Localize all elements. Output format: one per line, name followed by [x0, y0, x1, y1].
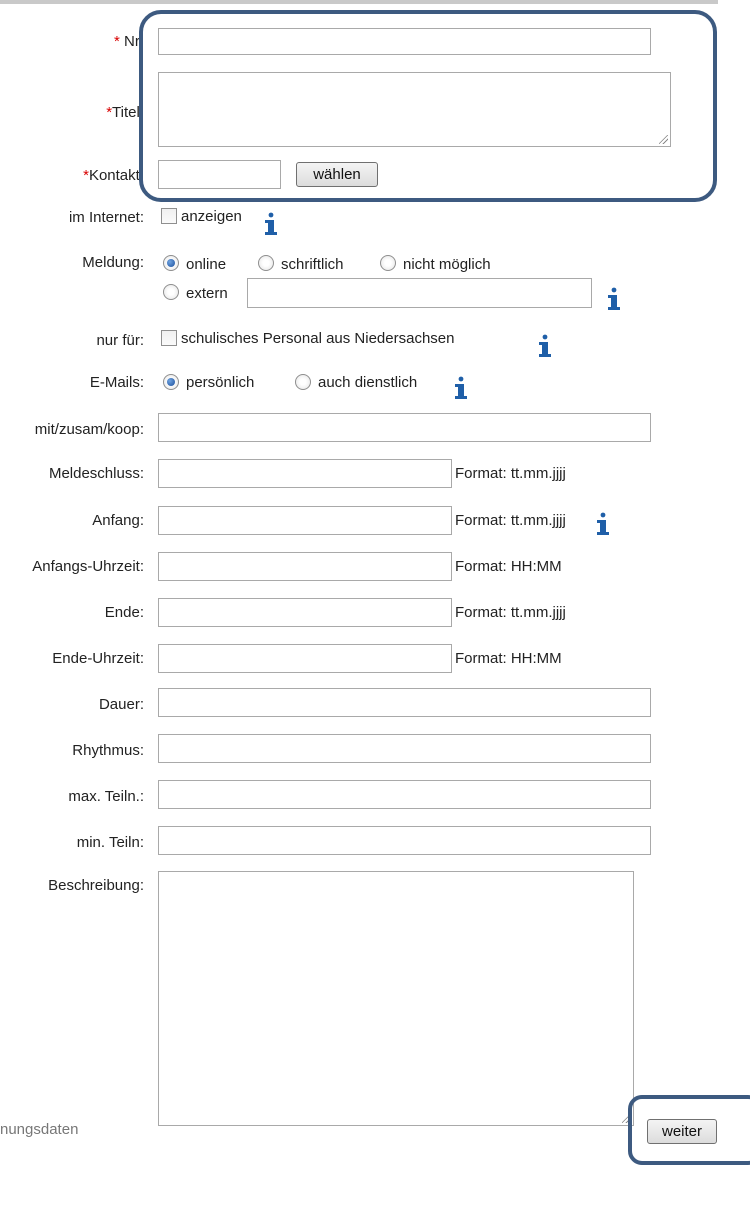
- kontakt-label: *Kontakt:: [83, 167, 144, 184]
- emails-dienstlich-radio[interactable]: [295, 374, 311, 390]
- meldung-nicht-moeglich-radio[interactable]: [380, 255, 396, 271]
- mit-label: mit/zusam/koop:: [34, 421, 144, 438]
- anfangs-uhrzeit-input[interactable]: [158, 552, 452, 581]
- meldeschluss-label: Meldeschluss:: [48, 465, 144, 482]
- ende-label: Ende:: [104, 604, 144, 621]
- meldeschluss-format: Format: tt.mm.jjjj: [455, 465, 566, 482]
- nur-fuer-checkbox[interactable]: [161, 330, 177, 346]
- emails-dienstlich-label: auch dienstlich: [318, 374, 418, 391]
- info-icon[interactable]: [594, 512, 612, 538]
- anfang-input[interactable]: [158, 506, 452, 535]
- ende-uhrzeit-input[interactable]: [158, 644, 452, 673]
- footer-left-text: nungsdaten: [0, 1121, 79, 1138]
- dauer-input[interactable]: [158, 688, 651, 717]
- meldeschluss-input[interactable]: [158, 459, 452, 488]
- emails-persoenlich-label: persönlich: [186, 374, 255, 391]
- meldung-online-radio[interactable]: [163, 255, 179, 271]
- emails-persoenlich-radio[interactable]: [163, 374, 179, 390]
- max-teiln-label: max. Teiln.:: [68, 788, 144, 805]
- highlight-weiter-button: [628, 1095, 750, 1165]
- mit-input[interactable]: [158, 413, 651, 442]
- info-icon[interactable]: [262, 212, 280, 238]
- internet-label: im Internet:: [68, 209, 144, 226]
- meldung-schriftlich-radio[interactable]: [258, 255, 274, 271]
- emails-label: E-Mails:: [89, 374, 144, 391]
- ende-uhrzeit-label: Ende-Uhrzeit:: [52, 650, 144, 667]
- nur-fuer-label: nur für:: [96, 332, 144, 349]
- meldung-extern-label: extern: [186, 285, 228, 302]
- min-teiln-label: min. Teiln:: [76, 834, 144, 851]
- meldung-online-label: online: [186, 256, 227, 273]
- top-divider: [0, 0, 718, 4]
- meldung-nicht-moeglich-label: nicht möglich: [403, 256, 491, 273]
- beschreibung-textarea[interactable]: [158, 871, 634, 1126]
- meldung-extern-input[interactable]: [247, 278, 592, 308]
- nur-fuer-option-label: schulisches Personal aus Niedersachsen: [181, 330, 455, 347]
- info-icon[interactable]: [605, 287, 623, 313]
- beschreibung-label: Beschreibung:: [48, 877, 144, 894]
- dauer-label: Dauer:: [98, 696, 144, 713]
- rhythmus-label: Rhythmus:: [72, 742, 144, 759]
- meldung-schriftlich-label: schriftlich: [281, 256, 344, 273]
- info-icon[interactable]: [536, 334, 554, 360]
- internet-anzeigen-checkbox[interactable]: [161, 208, 177, 224]
- info-icon[interactable]: [452, 376, 470, 402]
- ende-uhrzeit-format: Format: HH:MM: [455, 650, 562, 667]
- ende-input[interactable]: [158, 598, 452, 627]
- anfangs-uhrzeit-format: Format: HH:MM: [455, 558, 562, 575]
- anfang-format: Format: tt.mm.jjjj: [455, 512, 566, 529]
- min-teiln-input[interactable]: [158, 826, 651, 855]
- anfang-label: Anfang:: [92, 512, 144, 529]
- ende-format: Format: tt.mm.jjjj: [455, 604, 566, 621]
- meldung-label: Meldung:: [82, 254, 144, 271]
- highlight-required-fields: [139, 10, 717, 202]
- rhythmus-input[interactable]: [158, 734, 651, 763]
- max-teiln-input[interactable]: [158, 780, 651, 809]
- internet-anzeigen-label: anzeigen: [181, 208, 242, 225]
- meldung-extern-radio[interactable]: [163, 284, 179, 300]
- anfangs-uhrzeit-label: Anfangs-Uhrzeit:: [32, 558, 144, 575]
